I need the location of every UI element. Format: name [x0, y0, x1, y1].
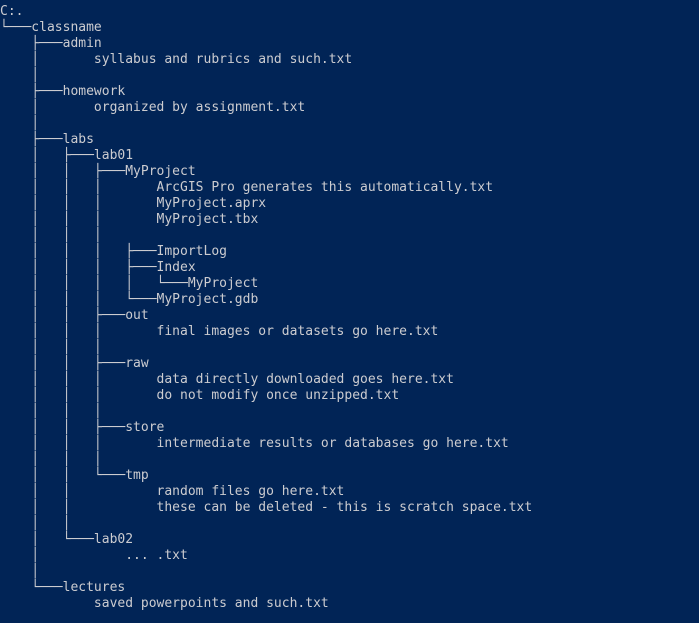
tree-line: │ │ ├───raw [0, 356, 149, 371]
terminal-output-pane[interactable]: C:. └───classname ├───admin │ syllabus an… [0, 0, 699, 623]
tree-line: │ ... .txt [0, 548, 188, 563]
tree-line: │ [0, 564, 40, 579]
tree-line: │ │ │ [0, 228, 102, 243]
tree-line: │ [0, 116, 40, 131]
tree-line: │ │ │ [0, 404, 102, 419]
tree-line: │ │ │ MyProject.tbx [0, 212, 259, 227]
tree-line: │ │ │ └───MyProject.gdb [0, 292, 259, 307]
tree-line: ├───homework [0, 84, 126, 99]
tree-line: ├───admin [0, 36, 102, 51]
tree-line: │ │ │ data directly downloaded goes here… [0, 372, 454, 387]
tree-line: │ │ [0, 516, 71, 531]
tree-line: │ │ │ final images or datasets go here.t… [0, 324, 439, 339]
tree-line: │ │ │ [0, 452, 102, 467]
tree-line: │ │ └───tmp [0, 468, 149, 483]
tree-line: │ ├───lab01 [0, 148, 134, 163]
tree-line: └───lectures [0, 580, 126, 595]
tree-line: │ │ │ MyProject.aprx [0, 196, 267, 211]
tree-line: │ │ these can be deleted - this is scrat… [0, 500, 533, 515]
tree-line: │ │ │ │ └───MyProject [0, 276, 259, 291]
tree-line: │ │ │ ├───Index [0, 260, 196, 275]
tree-line: │ │ │ intermediate results or databases … [0, 436, 509, 451]
tree-line: │ │ ├───out [0, 308, 149, 323]
tree-line: │ syllabus and rubrics and such.txt [0, 52, 353, 67]
tree-line: │ │ ├───MyProject [0, 164, 196, 179]
tree-line: │ │ │ do not modify once unzipped.txt [0, 388, 400, 403]
tree-line: │ │ │ ArcGIS Pro generates this automati… [0, 180, 494, 195]
tree-line: │ │ │ [0, 340, 102, 355]
tree-line: ├───labs [0, 132, 94, 147]
tree-line: └───classname [0, 20, 102, 35]
tree-line: │ │ random files go here.txt [0, 484, 345, 499]
tree-line: │ │ │ ├───ImportLog [0, 244, 227, 259]
drive-header-line: C:. [0, 4, 24, 19]
tree-line: saved powerpoints and such.txt [0, 596, 329, 611]
tree-line: │ └───lab02 [0, 532, 134, 547]
tree-line: │ organized by assignment.txt [0, 100, 306, 115]
tree-line: │ [0, 68, 40, 83]
tree-line: │ │ ├───store [0, 420, 165, 435]
